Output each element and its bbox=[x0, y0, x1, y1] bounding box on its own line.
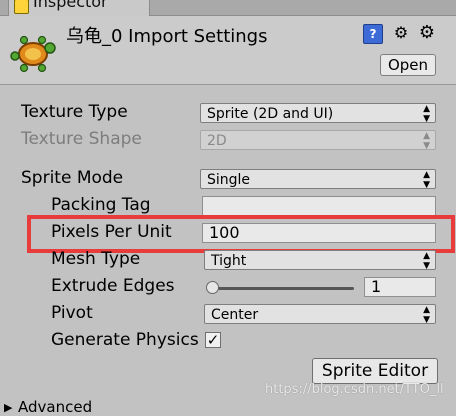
generate-physics-label: Generate Physics bbox=[51, 330, 199, 350]
dropdown-arrows-icon: ▲ ▼ bbox=[423, 170, 430, 190]
pivot-dropdown[interactable]: Center ▲ ▼ bbox=[204, 304, 436, 325]
packing-tag-label: Packing Tag bbox=[51, 195, 151, 215]
red-highlight-box bbox=[27, 215, 455, 253]
pivot-label: Pivot bbox=[51, 303, 93, 323]
texture-type-value: Sprite (2D and UI) bbox=[207, 106, 334, 122]
page-title: 乌龟_0 Import Settings bbox=[66, 26, 268, 47]
mesh-type-value: Tight bbox=[211, 253, 247, 269]
pivot-value: Center bbox=[211, 307, 259, 323]
texture-shape-dropdown: 2D ▲ ▼ bbox=[200, 130, 436, 151]
tab-inspector[interactable]: Inspector bbox=[8, 0, 150, 16]
mesh-type-label: Mesh Type bbox=[51, 249, 141, 269]
dropdown-arrows-icon: ▲ ▼ bbox=[423, 104, 430, 124]
extrude-edges-slider-thumb[interactable] bbox=[206, 281, 219, 294]
extrude-edges-input[interactable]: 1 bbox=[364, 277, 436, 297]
generate-physics-checkbox[interactable]: ✓ bbox=[205, 332, 221, 348]
extrude-edges-slider-track[interactable] bbox=[208, 287, 354, 290]
inspector-tab-bar: Inspector bbox=[0, 0, 456, 16]
watermark: https://blog.csdn.net/TTO_ll bbox=[265, 382, 444, 397]
sprite-mode-value: Single bbox=[207, 172, 251, 188]
dropdown-arrows-icon: ▲ ▼ bbox=[423, 131, 430, 151]
inspector-icon bbox=[14, 0, 29, 14]
mesh-type-dropdown[interactable]: Tight ▲ ▼ bbox=[204, 250, 436, 271]
texture-shape-value: 2D bbox=[207, 133, 227, 149]
sprite-editor-button[interactable]: Sprite Editor bbox=[312, 358, 438, 384]
advanced-foldout-label[interactable]: Advanced bbox=[18, 398, 92, 416]
sprite-mode-label: Sprite Mode bbox=[21, 168, 124, 188]
packing-tag-input[interactable] bbox=[202, 196, 436, 216]
tab-inspector-label: Inspector bbox=[33, 0, 108, 11]
help-icon[interactable]: ? bbox=[363, 24, 383, 44]
texture-type-label: Texture Type bbox=[21, 102, 128, 122]
turtle-sprite-thumbnail bbox=[10, 35, 56, 73]
texture-type-dropdown[interactable]: Sprite (2D and UI) ▲ ▼ bbox=[200, 103, 436, 124]
open-button[interactable]: Open bbox=[380, 54, 436, 76]
extrude-edges-label: Extrude Edges bbox=[51, 276, 175, 296]
dropdown-arrows-icon: ▲ ▼ bbox=[423, 305, 430, 325]
dropdown-arrows-icon: ▲ ▼ bbox=[423, 251, 430, 271]
gear-icon[interactable]: ⚙ bbox=[418, 24, 436, 42]
texture-shape-label: Texture Shape bbox=[21, 129, 142, 149]
preset-icon[interactable]: ⚙ bbox=[392, 24, 410, 42]
sprite-mode-dropdown[interactable]: Single ▲ ▼ bbox=[200, 169, 436, 190]
import-settings-header: 乌龟_0 Import Settings ? ⚙ ⚙ Open bbox=[0, 16, 456, 85]
